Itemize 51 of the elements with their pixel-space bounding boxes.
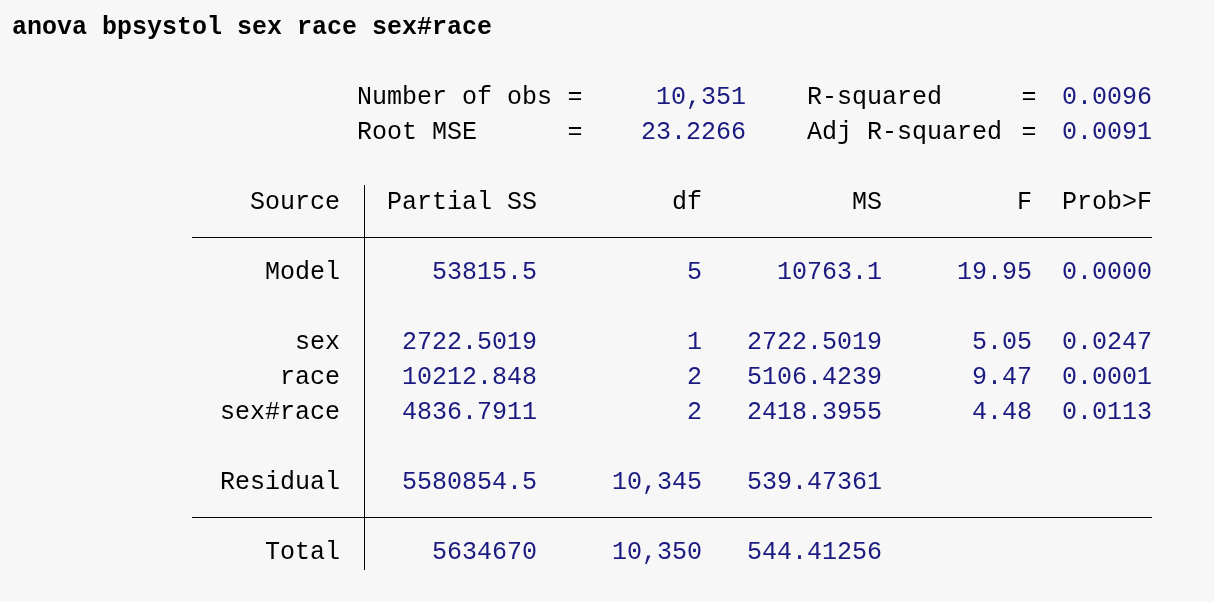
column-header: Source xyxy=(192,185,365,220)
stat-label: Adj R-squared xyxy=(807,117,1004,149)
table-cell-text: 9.47 xyxy=(971,362,1032,394)
column-header: Prob>F xyxy=(1061,187,1152,219)
row-label: Residual xyxy=(192,465,365,500)
stat-label: Root MSE xyxy=(357,117,479,149)
equals-sign: = xyxy=(566,82,584,114)
table-cell-text: 0.0247 xyxy=(1061,327,1152,359)
column-header: F xyxy=(1016,187,1032,219)
table-cell-text: 10,350 xyxy=(611,537,702,569)
row-label: race xyxy=(192,360,365,395)
table-cell-text: 10763.1 xyxy=(775,257,882,289)
stat-label: Number of obs xyxy=(357,82,554,114)
table-cell-text: 5580854.5 xyxy=(400,467,537,499)
table-cell-text: 2 xyxy=(686,362,702,394)
table-cell-text: 4.48 xyxy=(971,397,1032,429)
equals-sign: = xyxy=(566,117,584,149)
table-cell-text: 0.0113 xyxy=(1061,397,1152,429)
table-cell-text: 5 xyxy=(686,257,702,289)
table-cell-text: 2418.3955 xyxy=(745,397,882,429)
stat-value: 10,351 xyxy=(655,82,746,114)
column-header: Partial SS xyxy=(385,187,537,219)
table-cell-text: 1 xyxy=(686,327,702,359)
table-cell-text: 5.05 xyxy=(971,327,1032,359)
stat-value: 0.0091 xyxy=(1061,117,1152,149)
command-line: anova bpsystol sex race sex#race xyxy=(11,12,494,44)
table-cell-text: 53815.5 xyxy=(430,257,537,289)
table-cell-text: 544.41256 xyxy=(745,537,882,569)
equals-sign: = xyxy=(1020,117,1038,149)
stat-label: R-squared xyxy=(807,82,944,114)
table-cell-text: 19.95 xyxy=(956,257,1032,289)
table-cell-text: 4836.7911 xyxy=(400,397,537,429)
column-header: df xyxy=(671,187,702,219)
table-cell-text: 10,345 xyxy=(611,467,702,499)
row-label: Model xyxy=(192,255,365,290)
table-cell-text: 5106.4239 xyxy=(745,362,882,394)
equals-sign: = xyxy=(1020,82,1038,114)
table-cell-text: 2722.5019 xyxy=(745,327,882,359)
row-label: sex#race xyxy=(192,395,365,430)
table-cell-text: 539.47361 xyxy=(745,467,882,499)
row-label: Total xyxy=(192,535,365,570)
stat-value: 23.2266 xyxy=(639,117,746,149)
table-cell-text: 2722.5019 xyxy=(400,327,537,359)
row-label: sex xyxy=(192,325,365,360)
table-cell-text: 0.0001 xyxy=(1061,362,1152,394)
table-cell-text: 2 xyxy=(686,397,702,429)
stat-value: 0.0096 xyxy=(1061,82,1152,114)
column-header: MS xyxy=(851,187,882,219)
table-cell-text: 5634670 xyxy=(430,537,537,569)
table-cell-text: 10212.848 xyxy=(400,362,537,394)
table-cell-text: 0.0000 xyxy=(1061,257,1152,289)
